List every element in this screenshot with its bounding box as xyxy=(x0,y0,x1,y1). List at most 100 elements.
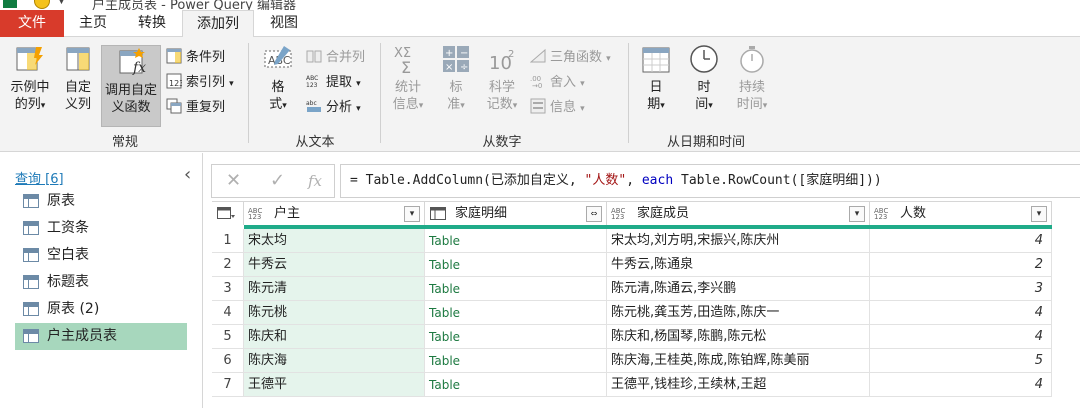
column-header-count[interactable]: ABC 123 人数 ▾ xyxy=(870,201,1052,225)
tab-home[interactable]: 主页 xyxy=(64,10,122,37)
svg-text:+: + xyxy=(445,48,453,59)
svg-text:ABC: ABC xyxy=(306,75,318,82)
cell-table-link[interactable]: Table xyxy=(425,253,607,277)
query-label: 户主成员表 xyxy=(47,328,117,344)
standard-button[interactable]: + − × ÷ 标 准▾ xyxy=(436,43,476,127)
query-item-selected[interactable]: 户主成员表 xyxy=(15,323,187,350)
query-label: 工资条 xyxy=(47,220,89,236)
feedback-smiley-icon[interactable] xyxy=(34,0,50,9)
stopwatch-icon xyxy=(740,46,764,73)
clock-icon xyxy=(690,45,718,73)
table-icon xyxy=(23,194,39,208)
svg-text:÷: ÷ xyxy=(460,62,468,73)
cell-count: 3 xyxy=(870,277,1052,301)
trigonometry-button[interactable]: 三角函数 ▾ xyxy=(530,47,611,69)
column-from-examples-button[interactable]: 示例中 的列▾ xyxy=(6,43,54,127)
formula-input[interactable]: = Table.AddColumn(已添加自定义, "人数", each Tab… xyxy=(340,164,1080,198)
cell-head: 王德平 xyxy=(244,373,425,397)
row-index: 1 xyxy=(212,229,244,253)
type-any-icon: ABC 123 xyxy=(874,207,889,221)
merge-columns-button[interactable]: 合并列 xyxy=(306,47,365,69)
statistics-button[interactable]: XΣ Σ 统计 信息▾ xyxy=(386,43,430,127)
rounding-label: 舍入 xyxy=(550,75,577,90)
tab-transform[interactable]: 转换 xyxy=(122,10,182,37)
statistics-icon: XΣ Σ xyxy=(394,46,411,75)
cell-head: 陈庆海 xyxy=(244,349,425,373)
query-item[interactable]: 原表 (2) xyxy=(15,296,187,323)
table-icon xyxy=(23,248,39,262)
standard-math-icon: + − × ÷ xyxy=(443,46,469,73)
extract-button[interactable]: ABC 123 提取 ▾ xyxy=(306,72,361,94)
column-header-head[interactable]: ABC 123 户主 ▾ xyxy=(244,201,425,225)
custom-column-icon xyxy=(66,47,90,71)
table-menu-button[interactable] xyxy=(212,201,244,225)
ribbon: 示例中 的列▾ 自定 义列 fx 调用自定 义函数 条件列 123 索引列 ▾ 重… xyxy=(0,37,1080,152)
type-any-icon: ABC 123 xyxy=(248,207,263,221)
extract-label: 提取 xyxy=(326,75,353,90)
duration-button[interactable]: 持续 时间▾ xyxy=(730,43,774,127)
cell-table-link[interactable]: Table xyxy=(425,277,607,301)
information-label: 信息 xyxy=(550,100,577,115)
cancel-icon[interactable]: ✕ xyxy=(226,170,241,191)
tab-file[interactable]: 文件 xyxy=(0,10,64,37)
column-header-label: 家庭成员 xyxy=(637,206,690,221)
conditional-column-button[interactable]: 条件列 xyxy=(166,47,225,69)
ribbon-tabs: 文件 主页 转换 添加列 视图 xyxy=(0,10,1080,38)
cell-count: 4 xyxy=(870,229,1052,253)
date-button[interactable]: 日 期▾ xyxy=(636,43,676,127)
expand-column-icon[interactable]: ⇔ xyxy=(586,206,602,222)
column-from-examples-icon xyxy=(16,47,43,71)
quick-access-dropdown-icon[interactable]: ▼ xyxy=(58,0,65,6)
filter-dropdown-icon[interactable]: ▾ xyxy=(1031,206,1047,222)
information-button[interactable]: 信息 ▾ xyxy=(530,97,585,119)
cell-table-link[interactable]: Table xyxy=(425,373,607,397)
merge-columns-icon xyxy=(306,50,322,63)
parse-label: 分析 xyxy=(326,100,353,115)
custom-column-label: 自定 义列 xyxy=(64,80,91,112)
format-button[interactable]: ABC 格 式▾ xyxy=(256,43,300,127)
formula-rest: Table.RowCount([家庭明细])) xyxy=(673,173,882,188)
rounding-button[interactable]: .00 →0 舍入 ▾ xyxy=(530,72,585,94)
filter-dropdown-icon[interactable]: ▾ xyxy=(849,206,865,222)
query-item[interactable]: 标题表 xyxy=(15,269,187,296)
tab-add-column[interactable]: 添加列 xyxy=(182,10,254,38)
column-header-detail[interactable]: 家庭明细 ⇔ xyxy=(425,201,607,225)
cell-head: 陈元清 xyxy=(244,277,425,301)
cell-head: 牛秀云 xyxy=(244,253,425,277)
invoke-custom-function-button[interactable]: fx 调用自定 义函数 xyxy=(101,45,161,127)
row-index: 3 xyxy=(212,277,244,301)
query-item[interactable]: 空白表 xyxy=(15,242,187,269)
custom-column-button[interactable]: 自定 义列 xyxy=(58,43,98,127)
confirm-icon[interactable]: ✓ xyxy=(270,170,285,191)
statistics-label: 统计 信息 xyxy=(392,80,421,112)
column-header-label: 家庭明细 xyxy=(455,206,508,221)
group-label-datetime: 从日期和时间 xyxy=(666,135,745,150)
collapse-pane-icon[interactable]: ‹ xyxy=(184,164,191,185)
query-item[interactable]: 原表 xyxy=(15,188,187,215)
svg-text:123: 123 xyxy=(306,82,318,89)
parse-button[interactable]: abc 分析 ▾ xyxy=(306,97,361,119)
cell-count: 2 xyxy=(870,253,1052,277)
queries-header[interactable]: 查询 [6] xyxy=(15,168,64,187)
column-header-members[interactable]: ABC 123 家庭成员 ▾ xyxy=(607,201,870,225)
fx-icon[interactable]: fx xyxy=(308,172,322,190)
cell-table-link[interactable]: Table xyxy=(425,229,607,253)
extract-icon: ABC123 xyxy=(306,75,318,89)
time-button[interactable]: 时 间▾ xyxy=(684,43,724,127)
tab-view[interactable]: 视图 xyxy=(254,10,314,37)
cell-members: 陈庆和,杨国琴,陈鹏,陈元松 xyxy=(607,325,870,349)
filter-dropdown-icon[interactable]: ▾ xyxy=(404,206,420,222)
cell-head: 陈庆和 xyxy=(244,325,425,349)
cell-count: 4 xyxy=(870,373,1052,397)
cell-table-link[interactable]: Table xyxy=(425,325,607,349)
cell-table-link[interactable]: Table xyxy=(425,301,607,325)
ribbon-separator xyxy=(380,43,381,143)
scientific-button[interactable]: 10 2 科学 记数▾ xyxy=(482,43,522,127)
cell-table-link[interactable]: Table xyxy=(425,349,607,373)
duplicate-column-button[interactable]: 重复列 xyxy=(166,97,225,119)
table-icon xyxy=(23,275,39,289)
query-item[interactable]: 工资条 xyxy=(15,215,187,242)
index-column-button[interactable]: 123 索引列 ▾ xyxy=(166,72,234,94)
scientific-icon: 102 xyxy=(489,49,514,74)
group-label-general: 常规 xyxy=(111,135,138,150)
